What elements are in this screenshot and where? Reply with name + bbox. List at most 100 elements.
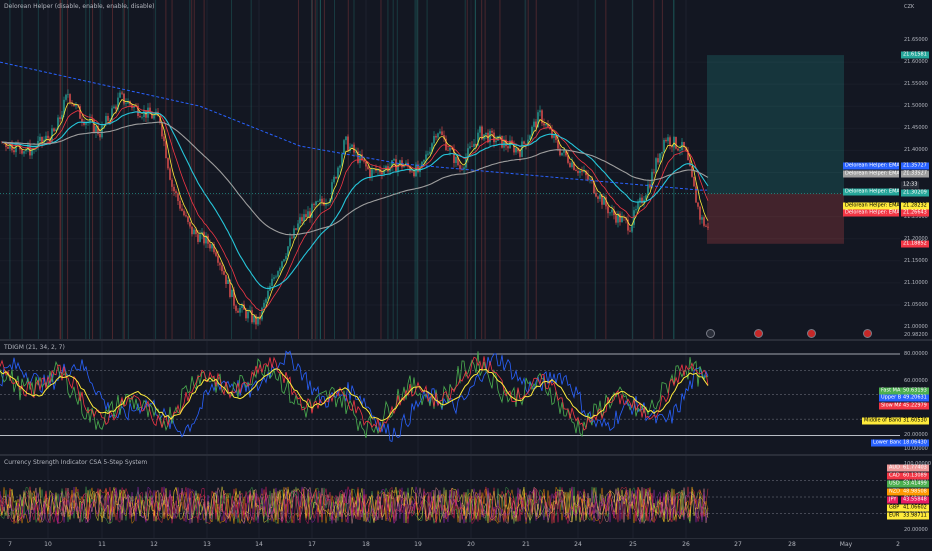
price-tick: 21.50000 bbox=[904, 103, 928, 110]
candle-body bbox=[427, 153, 429, 155]
tdi-tick: 80.00000 bbox=[904, 351, 928, 357]
candle-body bbox=[335, 176, 337, 179]
candle-body bbox=[673, 136, 675, 148]
candle-body bbox=[225, 274, 227, 284]
candle-body bbox=[39, 136, 41, 141]
csi-pane[interactable]: Currency Strength Indicator CSA 5-Step S… bbox=[0, 456, 900, 538]
candle-body bbox=[297, 223, 299, 230]
candle-body bbox=[165, 141, 167, 159]
candle-body bbox=[479, 126, 481, 133]
tdi-value-badge: 50.63193 bbox=[901, 387, 929, 395]
candle-body bbox=[661, 152, 663, 154]
tdi-pane[interactable]: TDIGM (21, 34, 2, 7) bbox=[0, 341, 900, 454]
time-axis[interactable]: 7 10 11 12 13 14 17 18 19 20 21 24 25 26 27 28 May 2 bbox=[0, 538, 932, 551]
candle-body bbox=[579, 170, 581, 174]
main-chart-pane[interactable]: Delorean Helper (disable, enable, enable… bbox=[0, 0, 900, 339]
candle-body bbox=[693, 176, 695, 187]
candle-body bbox=[369, 169, 371, 178]
candle-body bbox=[535, 121, 537, 128]
candle-body bbox=[353, 144, 355, 153]
time-tick: 24 bbox=[574, 541, 582, 548]
candle-body bbox=[125, 103, 127, 105]
candle-body bbox=[153, 115, 155, 119]
currency-value-badge: 53.41499 bbox=[901, 480, 929, 488]
candle-body bbox=[447, 150, 449, 151]
candle-body bbox=[619, 213, 621, 223]
csi-title[interactable]: Currency Strength Indicator CSA 5-Step S… bbox=[4, 459, 147, 466]
candle-body bbox=[381, 172, 383, 175]
currency-label: GBP bbox=[887, 504, 902, 512]
candle-body bbox=[215, 252, 217, 256]
candle-body bbox=[667, 137, 669, 142]
candle-body bbox=[93, 119, 95, 133]
candle-body bbox=[41, 136, 43, 143]
candle-body bbox=[351, 144, 353, 147]
main-indicator-title[interactable]: Delorean Helper (disable, enable, enable… bbox=[4, 3, 155, 10]
candle-body bbox=[277, 271, 279, 277]
price-chart[interactable] bbox=[0, 0, 900, 339]
candle-body bbox=[581, 170, 583, 172]
time-tick: 17 bbox=[308, 541, 316, 548]
take-profit-zone bbox=[707, 55, 844, 194]
candle-body bbox=[247, 311, 249, 319]
candle-body bbox=[571, 162, 573, 168]
candle-body bbox=[607, 206, 609, 214]
candle-body bbox=[141, 116, 143, 118]
candle-body bbox=[423, 159, 425, 162]
candle-body bbox=[169, 168, 171, 180]
candle-body bbox=[545, 123, 547, 126]
candle-body bbox=[519, 151, 521, 157]
candle-body bbox=[577, 170, 579, 174]
candle-body bbox=[413, 172, 415, 177]
candle-body bbox=[95, 126, 97, 133]
candle-body bbox=[65, 94, 67, 100]
time-tick: May bbox=[839, 541, 853, 548]
candle-body bbox=[279, 267, 281, 272]
csi-tick: 20.00000 bbox=[904, 527, 928, 533]
candle-body bbox=[175, 191, 177, 194]
candle-body bbox=[657, 158, 659, 163]
price-axis[interactable]: CZK 21.65000 21.60000 21.55000 21.50000 21.4… bbox=[900, 0, 932, 339]
time-tick: 27 bbox=[734, 541, 742, 548]
candle-body bbox=[239, 307, 241, 313]
candle-body bbox=[227, 279, 229, 284]
candle-body bbox=[615, 215, 617, 223]
flag-icon[interactable] bbox=[863, 329, 872, 338]
candle-body bbox=[123, 93, 125, 104]
csi-chart[interactable] bbox=[0, 456, 900, 538]
candle-body bbox=[263, 302, 265, 308]
candle-body bbox=[245, 309, 247, 319]
candle-body bbox=[251, 310, 253, 323]
time-tick: 10 bbox=[44, 541, 52, 548]
currency-label: CAD bbox=[887, 472, 902, 480]
candle-body bbox=[469, 146, 471, 149]
candle-body bbox=[411, 171, 413, 173]
candle-body bbox=[223, 271, 225, 275]
time-tick: 25 bbox=[629, 541, 637, 548]
candle-body bbox=[45, 135, 47, 140]
candle-body bbox=[705, 225, 707, 227]
candle-body bbox=[609, 212, 611, 214]
candle-body bbox=[301, 217, 303, 222]
flag-icon[interactable] bbox=[754, 329, 763, 338]
candle-body bbox=[587, 175, 589, 180]
tdi-tick: 10.00000 bbox=[904, 446, 928, 452]
currency-label: USD bbox=[887, 480, 902, 488]
earnings-icon[interactable] bbox=[706, 329, 715, 338]
candle-body bbox=[665, 139, 667, 142]
candle-body bbox=[425, 154, 427, 160]
tdi-chart[interactable] bbox=[0, 341, 900, 454]
candle-body bbox=[267, 290, 269, 299]
candle-body bbox=[655, 158, 657, 173]
position-target-badge: 21.61581 bbox=[901, 51, 929, 59]
candle-body bbox=[371, 169, 373, 178]
candle-body bbox=[313, 204, 315, 205]
candle-body bbox=[295, 228, 297, 230]
tdi-title[interactable]: TDIGM (21, 34, 2, 7) bbox=[4, 344, 65, 351]
flag-icon[interactable] bbox=[807, 329, 816, 338]
candle-body bbox=[217, 255, 219, 263]
candle-body bbox=[439, 131, 441, 134]
candle-body bbox=[115, 106, 117, 110]
candle-body bbox=[597, 196, 599, 199]
time-tick: 20 bbox=[467, 541, 475, 548]
